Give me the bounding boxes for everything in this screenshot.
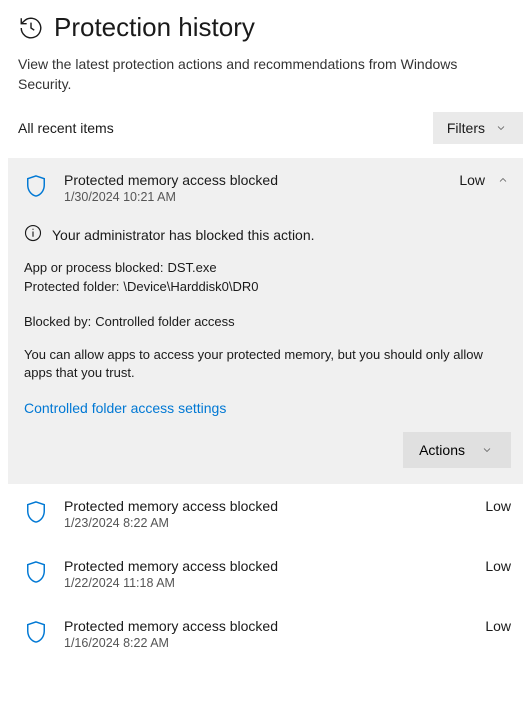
item-details: Your administrator has blocked this acti… [24, 224, 511, 468]
section-label: All recent items [18, 120, 114, 136]
section-header: All recent items Filters [8, 112, 523, 144]
item-title: Protected memory access blocked [64, 558, 469, 574]
page-title: Protection history [54, 12, 255, 43]
item-title: Protected memory access blocked [64, 172, 443, 188]
item-timestamp: 1/23/2024 8:22 AM [64, 516, 469, 530]
severity-label: Low [485, 558, 511, 574]
history-item-expanded[interactable]: Protected memory access blocked 1/30/202… [8, 158, 523, 484]
item-right: Low [485, 558, 511, 574]
actions-button[interactable]: Actions [403, 432, 511, 468]
chevron-up-icon [495, 172, 511, 188]
page-subtitle: View the latest protection actions and r… [8, 47, 523, 112]
item-main: Protected memory access blocked 1/30/202… [64, 172, 443, 204]
app-value: DST.exe [167, 259, 216, 278]
blockedby-key: Blocked by: [24, 313, 91, 332]
shield-icon [24, 498, 48, 524]
item-right: Low [459, 172, 511, 188]
blocked-app-block: App or process blocked: DST.exe Protecte… [24, 259, 511, 297]
history-items-list: Protected memory access blocked 1/30/202… [8, 158, 523, 664]
actions-label: Actions [419, 442, 465, 458]
filters-label: Filters [447, 120, 485, 136]
admin-blocked-text: Your administrator has blocked this acti… [52, 227, 315, 243]
history-item[interactable]: Protected memory access blocked 1/23/202… [8, 484, 523, 544]
blockedby-value: Controlled folder access [95, 313, 234, 332]
controlled-folder-access-link[interactable]: Controlled folder access settings [24, 400, 226, 416]
folder-value: \Device\Harddisk0\DR0 [123, 278, 258, 297]
admin-blocked-row: Your administrator has blocked this acti… [24, 224, 511, 245]
shield-icon [24, 558, 48, 584]
severity-label: Low [485, 498, 511, 514]
folder-key: Protected folder: [24, 278, 119, 297]
shield-icon [24, 172, 48, 198]
item-timestamp: 1/22/2024 11:18 AM [64, 576, 469, 590]
item-timestamp: 1/16/2024 8:22 AM [64, 636, 469, 650]
severity-label: Low [459, 172, 485, 188]
item-main: Protected memory access blocked 1/16/202… [64, 618, 469, 650]
item-right: Low [485, 618, 511, 634]
item-title: Protected memory access blocked [64, 618, 469, 634]
item-title: Protected memory access blocked [64, 498, 469, 514]
item-timestamp: 1/30/2024 10:21 AM [64, 190, 443, 204]
item-right: Low [485, 498, 511, 514]
app-key: App or process blocked: [24, 259, 163, 278]
blockedby-block: Blocked by: Controlled folder access [24, 313, 511, 332]
history-item[interactable]: Protected memory access blocked 1/22/202… [8, 544, 523, 604]
severity-label: Low [485, 618, 511, 634]
shield-icon [24, 618, 48, 644]
history-item[interactable]: Protected memory access blocked 1/16/202… [8, 604, 523, 664]
filters-button[interactable]: Filters [433, 112, 523, 144]
item-main: Protected memory access blocked 1/23/202… [64, 498, 469, 530]
allow-description: You can allow apps to access your protec… [24, 346, 511, 382]
chevron-down-icon [493, 120, 509, 136]
page-header: Protection history [8, 12, 523, 47]
history-icon [18, 15, 44, 41]
item-main: Protected memory access blocked 1/22/202… [64, 558, 469, 590]
chevron-down-icon [479, 442, 495, 458]
info-icon [24, 224, 42, 245]
